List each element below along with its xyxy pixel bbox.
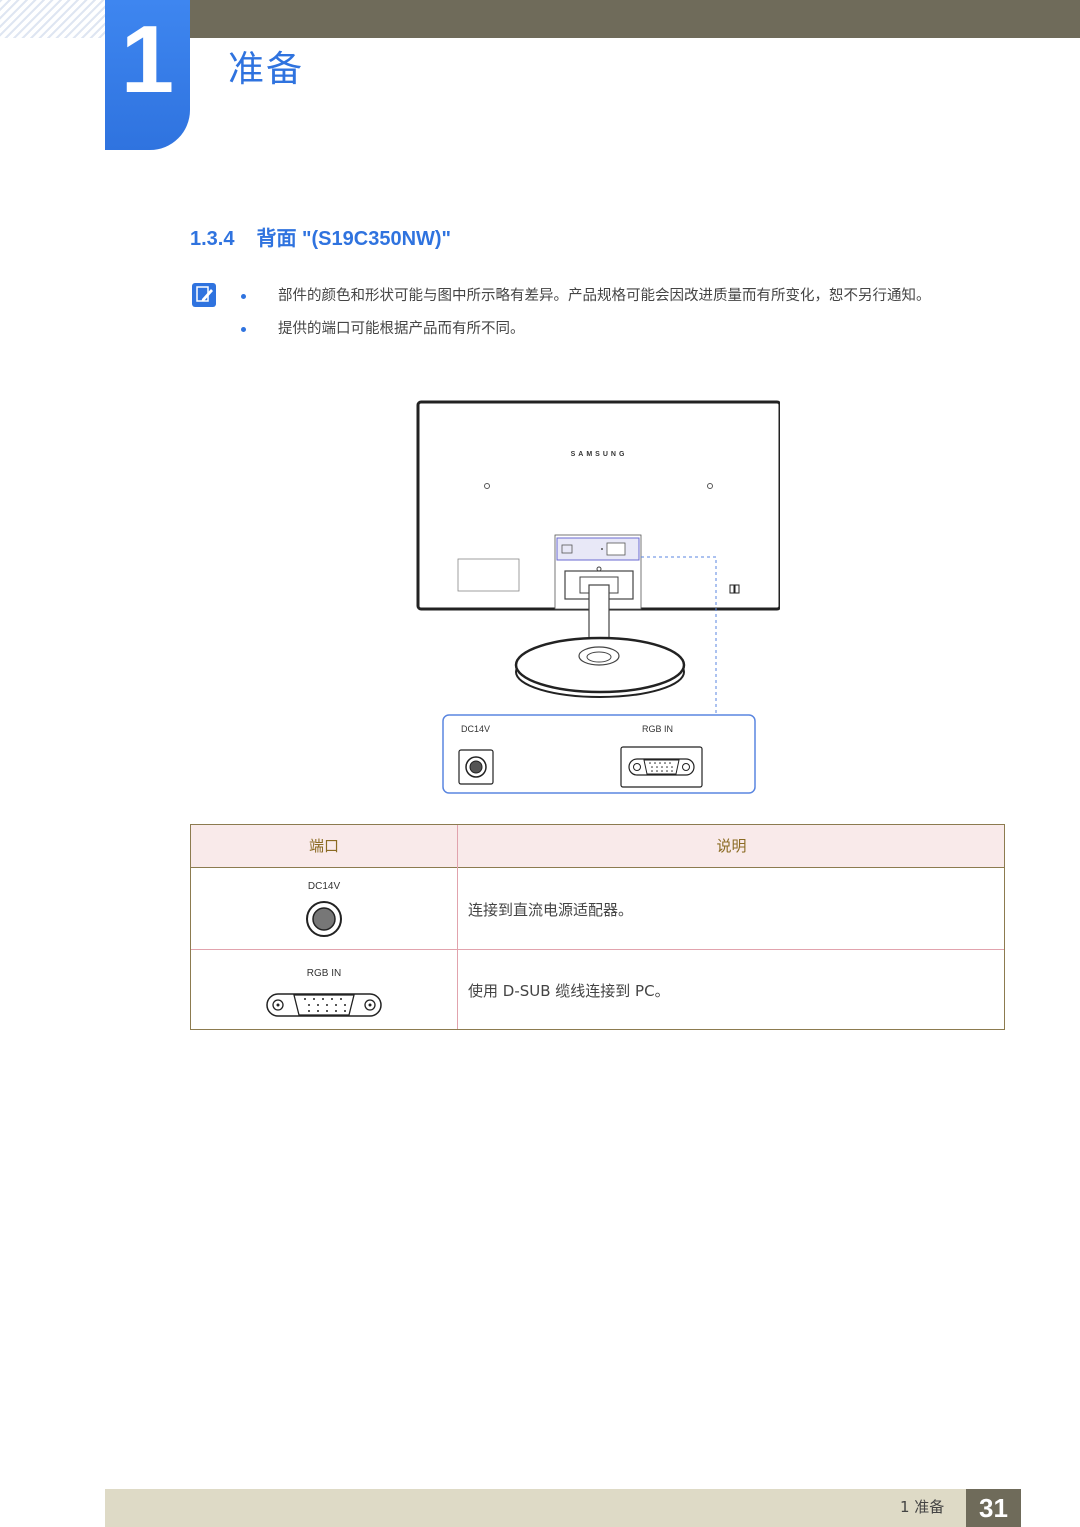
section-title: 背面 "(S19C350NW)" xyxy=(256,228,452,250)
chapter-tab: 1 xyxy=(105,0,190,150)
callout-label-rgb-in: RGB IN xyxy=(642,724,673,734)
port-table: 端口 说明 DC14V 连接到直流电源适配器。 RGB IN 使用 D-SUB … xyxy=(190,824,1005,1030)
note-icon xyxy=(192,283,216,307)
table-header-port: 端口 xyxy=(308,837,339,855)
footer-chapter-label: 1 准备 xyxy=(900,1498,945,1516)
table-row-divider xyxy=(191,949,1004,950)
d-sub-port-icon xyxy=(265,990,385,1024)
page-number: 31 xyxy=(966,1489,1021,1527)
chapter-number: 1 xyxy=(120,6,175,113)
note-text: 提供的端口可能根据产品而有所不同。 xyxy=(278,321,525,337)
dc-power-port-icon xyxy=(305,900,343,942)
header-bar xyxy=(190,0,1080,38)
section-number: 1.3.4 xyxy=(190,228,235,250)
bullet-icon xyxy=(241,327,246,332)
callout-label-dc14v: DC14V xyxy=(461,724,490,734)
table-header-row: 端口 说明 xyxy=(191,825,1004,868)
table-description: 使用 D-SUB 缆线连接到 PC。 xyxy=(468,982,670,1000)
chapter-title: 准备 xyxy=(228,49,305,90)
table-port-label: DC14V xyxy=(307,881,341,892)
brand-logo: SAMSUNG xyxy=(571,451,628,458)
table-description: 连接到直流电源适配器。 xyxy=(468,901,634,919)
note-text: 部件的颜色和形状可能与图中所示略有差异。产品规格可能会因改进质量而有所变化，恕不… xyxy=(278,288,931,304)
note-item: 提供的端口可能根据产品而有所不同。 xyxy=(240,317,1010,341)
port-panel-highlight xyxy=(556,537,640,561)
header-hatch-decoration xyxy=(0,0,105,38)
bullet-icon xyxy=(241,294,246,299)
table-header-description: 说明 xyxy=(716,837,747,855)
section-heading: 1.3.4 背面 "(S19C350NW)" xyxy=(190,222,451,251)
table-column-divider xyxy=(457,825,458,1029)
notes-list: 部件的颜色和形状可能与图中所示略有差异。产品规格可能会因改进质量而有所变化，恕不… xyxy=(240,284,1010,350)
monitor-rear-illustration: SAMSUNG DC14V RGB IN xyxy=(410,395,782,805)
table-port-label: RGB IN xyxy=(306,968,342,979)
note-item: 部件的颜色和形状可能与图中所示略有差异。产品规格可能会因改进质量而有所变化，恕不… xyxy=(240,284,1010,308)
label-sticker xyxy=(457,558,520,592)
footer-bar xyxy=(105,1489,1021,1527)
